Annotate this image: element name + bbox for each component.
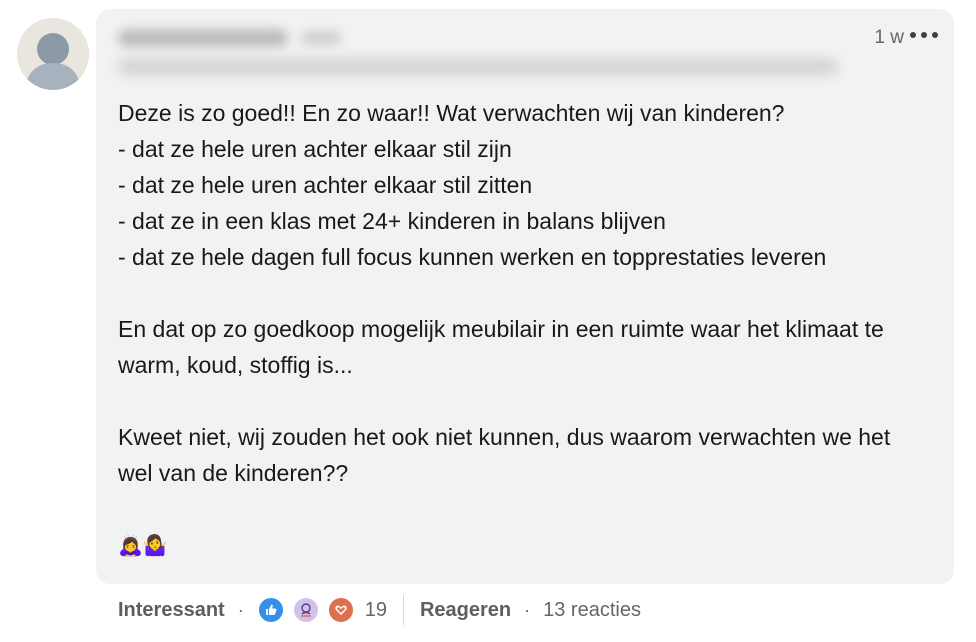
separator-dot: · [524, 599, 531, 620]
comment-container: 1 w Deze is zo goed!! En zo waar!! Wat v… [0, 0, 976, 642]
reaction-count[interactable]: 19 [365, 599, 387, 622]
author-avatar[interactable] [17, 18, 89, 90]
love-icon [326, 596, 355, 624]
replies-count-link[interactable]: 13 reacties [543, 599, 641, 622]
react-button[interactable]: Interessant [118, 599, 225, 622]
action-divider [402, 595, 404, 625]
ellipsis-icon[interactable] [910, 23, 938, 47]
comment-timestamp: 1 w [874, 27, 904, 48]
insightful-icon [291, 596, 320, 624]
person-silhouette-icon [17, 18, 89, 90]
ellipsis-dot [921, 32, 927, 38]
ellipsis-dot [932, 32, 938, 38]
like-icon [256, 596, 285, 624]
comment-emojis: 🙇‍♀️🤷‍♀️ [118, 533, 168, 557]
reply-button[interactable]: Reageren [420, 599, 511, 622]
separator-dot: · [237, 599, 244, 620]
reaction-summary[interactable] [256, 596, 362, 624]
comment-bubble: 1 w Deze is zo goed!! En zo waar!! Wat v… [96, 9, 954, 584]
author-headline-blurred [118, 59, 838, 75]
ellipsis-dot [910, 32, 916, 38]
comment-body: Deze is zo goed!! En zo waar!! Wat verwa… [118, 100, 891, 486]
author-name-blurred[interactable] [118, 29, 288, 47]
author-degree-blurred [301, 31, 341, 45]
comment-action-bar: Interessant · 19 Reageren · 13 reacties [118, 594, 641, 626]
